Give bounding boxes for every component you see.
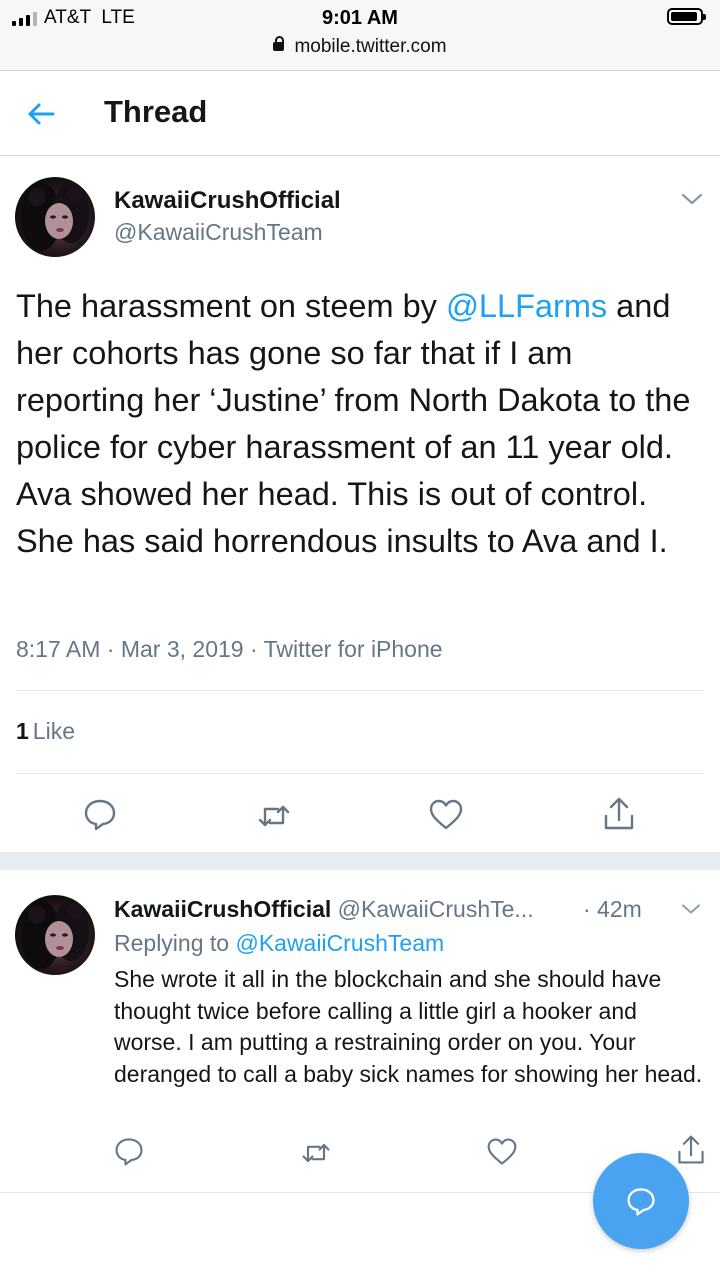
page-title: Thread: [104, 94, 208, 129]
likes-count[interactable]: 1 Like: [16, 718, 75, 745]
replying-prefix: Replying to: [114, 930, 236, 956]
reply-icon[interactable]: [113, 1135, 145, 1167]
replying-to-link[interactable]: @KawaiiCrushTeam: [235, 930, 444, 956]
retweet-icon[interactable]: [256, 798, 292, 834]
clock: 9:01 AM: [322, 7, 398, 29]
reply-header[interactable]: KawaiiCrushOfficial @KawaiiCrushTe...: [114, 896, 534, 923]
chevron-down-icon[interactable]: [680, 190, 704, 208]
retweet-icon[interactable]: [300, 1137, 332, 1169]
like-icon[interactable]: [428, 797, 464, 833]
divider: [16, 773, 704, 774]
author-handle[interactable]: @KawaiiCrushTeam: [114, 219, 323, 246]
url-text: mobile.twitter.com: [294, 36, 447, 57]
divider: [16, 690, 704, 691]
tweet-text-part: The harassment on steem by: [16, 288, 446, 324]
author-name[interactable]: KawaiiCrushOfficial: [114, 187, 341, 215]
avatar[interactable]: [15, 895, 95, 975]
mention-link[interactable]: @LLFarms: [446, 288, 607, 324]
reply-text: She wrote it all in the blockchain and s…: [114, 966, 703, 1087]
tweet-text: The harassment on steem by @LLFarms and …: [16, 283, 706, 565]
reply-author-name: KawaiiCrushOfficial: [114, 896, 332, 922]
lock-icon: [273, 36, 285, 51]
share-icon[interactable]: [601, 796, 637, 832]
tweet-text-part: and her cohorts has gone so far that if …: [16, 288, 691, 559]
avatar[interactable]: [15, 177, 95, 257]
tweet-meta: 8:17 AM · Mar 3, 2019 · Twitter for iPho…: [16, 636, 443, 662]
like-count-number: 1: [16, 718, 29, 744]
like-icon[interactable]: [486, 1136, 518, 1168]
thread-header: Thread: [0, 71, 720, 156]
compose-reply-button[interactable]: [593, 1153, 689, 1249]
section-separator: [0, 852, 720, 870]
battery-icon: [667, 8, 706, 25]
compose-reply-icon: [627, 1188, 655, 1216]
reply-author-handle: @KawaiiCrushTe...: [337, 896, 534, 922]
like-count-label: Like: [32, 718, 75, 744]
address-bar[interactable]: mobile.twitter.com: [0, 36, 720, 58]
reply-icon[interactable]: [82, 796, 118, 832]
replying-to: Replying to @KawaiiCrushTeam: [114, 930, 444, 957]
chevron-down-icon[interactable]: [680, 901, 702, 917]
reply-timestamp: · 42m: [583, 896, 642, 922]
status-bar: AT&T LTE 9:01 AM mobile.twitter.com: [0, 0, 720, 71]
share-icon[interactable]: [675, 1134, 707, 1166]
back-arrow-icon[interactable]: [26, 99, 56, 129]
